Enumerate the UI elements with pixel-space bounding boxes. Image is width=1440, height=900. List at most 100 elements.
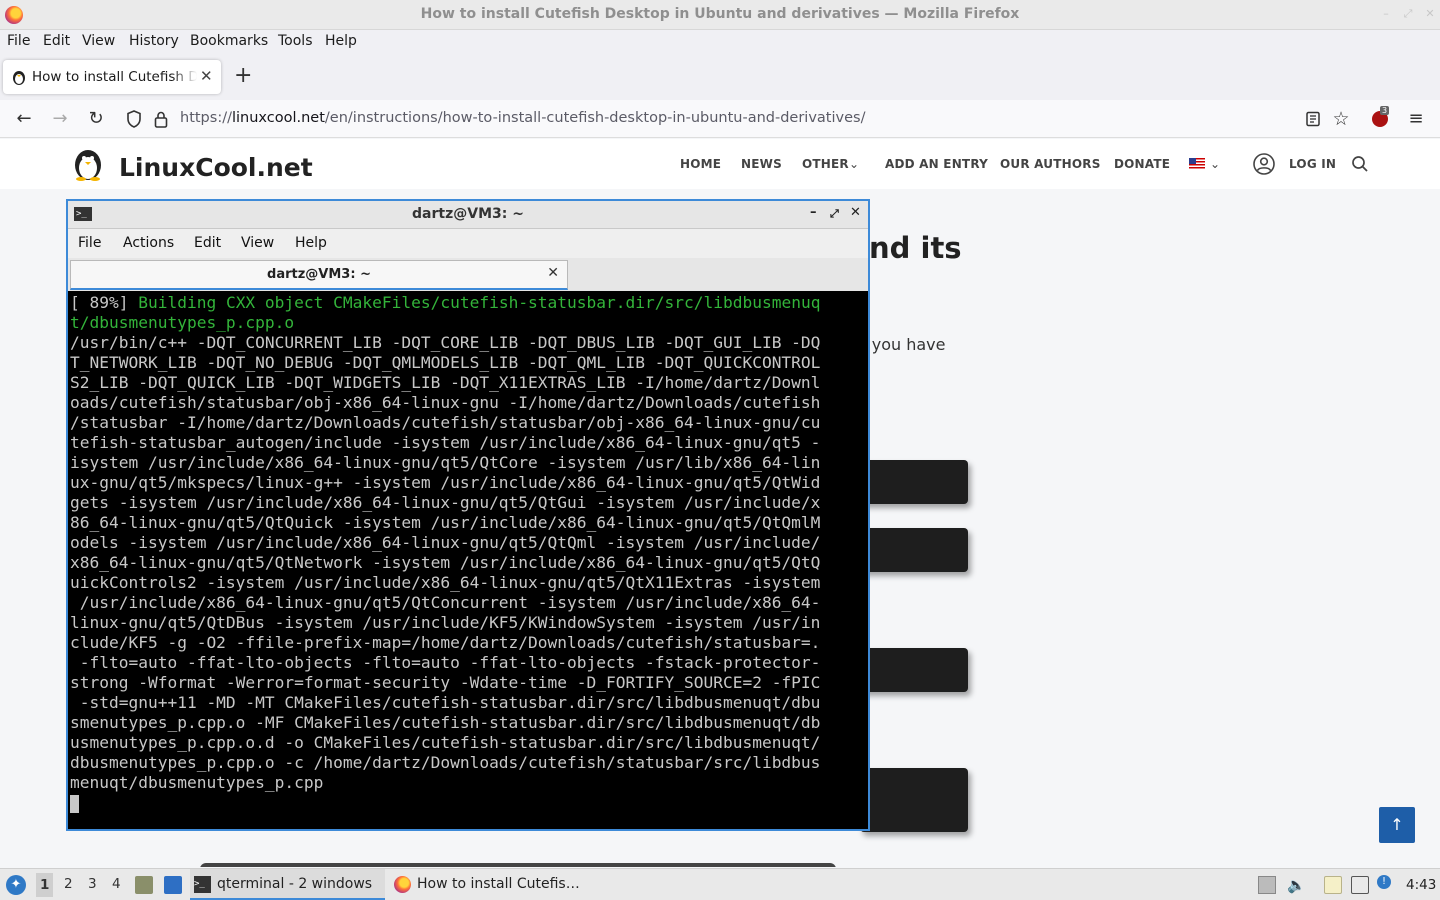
file-manager-icon[interactable] bbox=[135, 876, 153, 894]
terminal-line: /statusbar -I/home/dartz/Downloads/cutef… bbox=[70, 413, 821, 432]
menu-edit[interactable]: Edit bbox=[43, 33, 70, 49]
terminal-menu-file[interactable]: File bbox=[78, 235, 101, 251]
terminal-titlebar[interactable]: >_ dartz@VM3: ~ – ⤢ ✕ bbox=[68, 201, 868, 229]
terminal-output[interactable]: [ 89%] Building CXX object CMakeFiles/cu… bbox=[70, 293, 844, 793]
code-block bbox=[860, 528, 968, 572]
task-label: How to install Cutefis… bbox=[417, 876, 580, 892]
site-logo-penguin-icon[interactable] bbox=[72, 147, 104, 181]
nav-our-authors[interactable]: OUR AUTHORS bbox=[1000, 157, 1101, 171]
forward-icon[interactable]: → bbox=[49, 108, 71, 130]
new-tab-icon[interactable]: + bbox=[234, 64, 252, 88]
terminal-line: odels -isystem /usr/include/x86_64-linux… bbox=[70, 533, 821, 552]
clipboard-icon[interactable] bbox=[1324, 876, 1342, 894]
nav-log-in[interactable]: LOG IN bbox=[1289, 157, 1336, 171]
hamburger-menu-icon[interactable]: ≡ bbox=[1405, 108, 1427, 130]
terminal-menu-view[interactable]: View bbox=[241, 235, 274, 251]
terminal-line: uickControls2 -isystem /usr/include/x86_… bbox=[70, 573, 821, 592]
maximize-icon[interactable]: ⤢ bbox=[1402, 8, 1414, 20]
update-notification-icon[interactable]: ! bbox=[1377, 875, 1391, 889]
terminal-window[interactable]: >_ dartz@VM3: ~ – ⤢ ✕ File Actions Edit … bbox=[66, 199, 870, 831]
terminal-menu-edit[interactable]: Edit bbox=[194, 235, 221, 251]
code-block bbox=[860, 768, 968, 832]
code-block bbox=[860, 648, 968, 692]
terminal-close-icon[interactable]: ✕ bbox=[850, 205, 861, 220]
tab-title: How to install Cutefish Desktop in Ubunt… bbox=[32, 69, 197, 85]
task-label: qterminal - 2 windows bbox=[217, 876, 373, 892]
search-icon[interactable] bbox=[1351, 155, 1369, 173]
show-desktop-icon[interactable] bbox=[164, 876, 182, 894]
lock-icon[interactable] bbox=[154, 110, 168, 128]
user-account-icon[interactable] bbox=[1253, 153, 1275, 175]
menu-history[interactable]: History bbox=[129, 33, 179, 49]
back-icon[interactable]: ← bbox=[13, 108, 35, 130]
scroll-to-top-button[interactable]: ↑ bbox=[1379, 807, 1415, 843]
bookmark-star-icon[interactable]: ☆ bbox=[1330, 108, 1352, 130]
nav-add-entry[interactable]: ADD AN ENTRY bbox=[885, 157, 988, 171]
workspace-4[interactable]: 4 bbox=[112, 876, 121, 892]
nav-news[interactable]: NEWS bbox=[741, 157, 782, 171]
menu-help[interactable]: Help bbox=[325, 33, 357, 49]
url-domain: linuxcool.net bbox=[231, 110, 325, 126]
terminal-task-icon: >_ bbox=[194, 876, 211, 893]
nav-other[interactable]: OTHER bbox=[802, 157, 849, 171]
terminal-line: /usr/bin/c++ -DQT_CONCURRENT_LIB -DQT_CO… bbox=[70, 333, 821, 352]
minimize-icon[interactable]: – bbox=[1380, 8, 1392, 20]
network-icon[interactable] bbox=[1351, 876, 1369, 894]
terminal-tab-bar: dartz@VM3: ~ ✕ bbox=[68, 258, 868, 291]
firefox-task-icon bbox=[394, 876, 411, 893]
task-firefox[interactable]: How to install Cutefis… bbox=[390, 869, 590, 900]
workspace-2[interactable]: 2 bbox=[64, 876, 73, 892]
url-scheme: https:// bbox=[180, 110, 232, 126]
url-bar[interactable]: https://linuxcool.net/en/instructions/ho… bbox=[180, 110, 865, 126]
terminal-tab-label: dartz@VM3: ~ bbox=[267, 267, 371, 282]
menu-bookmarks[interactable]: Bookmarks bbox=[190, 33, 268, 49]
article-title: nd its bbox=[869, 231, 962, 265]
workspace-3[interactable]: 3 bbox=[88, 876, 97, 892]
build-status-line: t/dbusmenutypes_p.cpp.o bbox=[70, 313, 295, 332]
site-name[interactable]: LinuxCool.net bbox=[119, 153, 313, 182]
chevron-down-icon[interactable]: ⌄ bbox=[849, 157, 859, 171]
terminal-line: strong -Wformat -Werror=format-security … bbox=[70, 673, 821, 692]
close-icon[interactable]: ✕ bbox=[1424, 8, 1436, 20]
reload-icon[interactable]: ↻ bbox=[85, 108, 107, 130]
us-flag-icon[interactable] bbox=[1189, 158, 1205, 169]
article-text: f you have bbox=[861, 335, 946, 354]
terminal-line: ux-gnu/qt5/mkspecs/linux-g++ -isystem /u… bbox=[70, 473, 821, 492]
page-bottom-bar bbox=[200, 863, 836, 867]
workspace-1[interactable]: 1 bbox=[36, 873, 54, 897]
terminal-minimize-icon[interactable]: – bbox=[810, 205, 817, 220]
start-menu-icon[interactable]: ✦ bbox=[6, 875, 26, 895]
terminal-tab-close-icon[interactable]: ✕ bbox=[547, 265, 559, 281]
terminal-menubar: File Actions Edit View Help bbox=[68, 229, 868, 258]
clock[interactable]: 4:43 bbox=[1406, 877, 1436, 893]
terminal-maximize-icon[interactable]: ⤢ bbox=[830, 207, 839, 221]
menu-file[interactable]: File bbox=[7, 33, 30, 49]
reader-view-icon[interactable] bbox=[1305, 111, 1321, 127]
terminal-tab[interactable]: dartz@VM3: ~ ✕ bbox=[70, 260, 568, 290]
terminal-menu-actions[interactable]: Actions bbox=[123, 235, 174, 251]
window-titlebar: How to install Cutefish Desktop in Ubunt… bbox=[0, 0, 1440, 30]
code-block bbox=[860, 460, 968, 504]
terminal-line: x86_64-linux-gnu/qt5/QtNetwork -isystem … bbox=[70, 553, 821, 572]
terminal-line: menuqt/dbusmenutypes_p.cpp bbox=[70, 773, 324, 792]
terminal-line: tefish-statusbar_autogen/include -isyste… bbox=[70, 433, 821, 452]
tab-linuxcool[interactable]: How to install Cutefish Desktop in Ubunt… bbox=[3, 60, 221, 94]
terminal-cursor bbox=[70, 795, 79, 813]
tab-close-icon[interactable]: ✕ bbox=[200, 67, 213, 85]
removable-media-icon[interactable] bbox=[1258, 876, 1276, 894]
nav-home[interactable]: HOME bbox=[680, 157, 721, 171]
terminal-line: oads/cutefish/statusbar/obj-x86_64-linux… bbox=[70, 393, 821, 412]
nav-donate[interactable]: DONATE bbox=[1114, 157, 1170, 171]
tracking-shield-icon[interactable] bbox=[126, 110, 142, 128]
language-chevron-down-icon[interactable]: ⌄ bbox=[1210, 157, 1220, 171]
menu-tools[interactable]: Tools bbox=[278, 33, 313, 49]
url-path: /en/instructions/how-to-install-cutefish… bbox=[324, 110, 866, 126]
volume-icon[interactable]: 🔈 bbox=[1287, 876, 1306, 894]
terminal-line: S2_LIB -DQT_QUICK_LIB -DQT_WIDGETS_LIB -… bbox=[70, 373, 821, 392]
window-title: How to install Cutefish Desktop in Ubunt… bbox=[420, 6, 1020, 22]
menu-view[interactable]: View bbox=[82, 33, 115, 49]
terminal-menu-help[interactable]: Help bbox=[295, 235, 327, 251]
task-qterminal[interactable]: >_ qterminal - 2 windows bbox=[190, 869, 385, 900]
terminal-line: -std=gnu++11 -MD -MT CMakeFiles/cutefish… bbox=[70, 693, 821, 712]
terminal-line: usmenutypes_p.cpp.o.d -o CMakeFiles/cute… bbox=[70, 733, 821, 752]
